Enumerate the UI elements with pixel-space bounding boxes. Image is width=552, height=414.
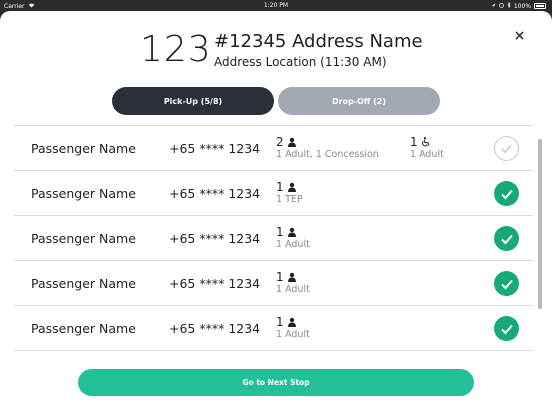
checkmark-icon — [500, 189, 513, 199]
checkmark-icon — [500, 279, 513, 289]
stop-header: 123 #12345 Address Name Address Location… — [0, 11, 552, 91]
passenger-phone: +65 **** 1234 — [169, 141, 261, 156]
tab-pickup[interactable]: Pick-Up (5/8) — [112, 87, 274, 115]
passenger-row[interactable]: Passenger Name +65 **** 1234 1 1 Adult — [14, 306, 533, 351]
wheelchair-block: 1 1 Adult — [410, 135, 444, 160]
list-scrollbar[interactable] — [538, 139, 542, 309]
passenger-detail: 1 TEP — [276, 194, 303, 205]
passenger-name: Passenger Name — [31, 276, 136, 291]
passenger-detail: 1 Adult — [276, 239, 310, 250]
address-name: #12345 Address Name — [214, 31, 423, 52]
address-location: Address Location (11:30 AM) — [214, 55, 387, 69]
stop-detail-sheet: 123 #12345 Address Name Address Location… — [0, 11, 552, 414]
passenger-row[interactable]: Passenger Name +65 **** 1234 1 1 Adult — [14, 261, 533, 306]
passenger-detail: 1 Adult — [276, 329, 310, 340]
passenger-phone: +65 **** 1234 — [169, 321, 261, 336]
close-button[interactable] — [512, 29, 526, 43]
passenger-phone: +65 **** 1234 — [169, 186, 261, 201]
passenger-count-block: 2 1 Adult, 1 Concession — [276, 135, 379, 160]
person-icon — [287, 182, 296, 192]
battery-icon — [534, 3, 546, 9]
passenger-name: Passenger Name — [31, 231, 136, 246]
passenger-count: 1 — [276, 315, 284, 329]
stop-number: 123 — [140, 29, 212, 70]
boarding-check-button[interactable] — [494, 316, 519, 341]
boarding-check-button[interactable] — [494, 136, 519, 161]
passenger-count: 1 — [276, 180, 284, 194]
location-icon — [491, 3, 496, 10]
passenger-phone: +65 **** 1234 — [169, 231, 261, 246]
battery-percent: 100% — [513, 2, 531, 10]
passenger-count-block: 1 1 Adult — [276, 315, 310, 340]
passenger-count-block: 1 1 Adult — [276, 270, 310, 295]
passenger-detail: 1 Adult — [276, 284, 310, 295]
passenger-count-block: 1 1 Adult — [276, 225, 310, 250]
passenger-count: 1 — [276, 225, 284, 239]
passenger-row[interactable]: Passenger Name +65 **** 1234 2 1 Adult, … — [14, 126, 533, 171]
next-stop-button[interactable]: Go to Next Stop — [78, 369, 474, 396]
passenger-row[interactable]: Passenger Name +65 **** 1234 1 1 Adult — [14, 216, 533, 261]
checkmark-icon — [501, 144, 512, 154]
passenger-list[interactable]: Passenger Name +65 **** 1234 2 1 Adult, … — [14, 125, 533, 363]
boarding-check-button[interactable] — [494, 226, 519, 251]
status-right: 100% — [491, 1, 546, 10]
checkmark-icon — [500, 234, 513, 244]
passenger-name: Passenger Name — [31, 321, 136, 336]
status-time: 1:20 PM — [263, 2, 289, 9]
passenger-name: Passenger Name — [31, 186, 136, 201]
person-icon — [287, 137, 296, 147]
status-bar: Carrier 1:20 PM 100% — [0, 0, 552, 11]
alarm-icon — [498, 2, 504, 10]
person-icon — [287, 317, 296, 327]
boarding-check-button[interactable] — [494, 271, 519, 296]
wheelchair-detail: 1 Adult — [410, 149, 444, 160]
passenger-row[interactable]: Passenger Name +65 **** 1234 1 1 TEP — [14, 171, 533, 216]
passenger-name: Passenger Name — [31, 141, 136, 156]
passenger-count: 2 — [276, 135, 284, 149]
passenger-detail: 1 Adult, 1 Concession — [276, 149, 379, 160]
checkmark-icon — [500, 324, 513, 334]
person-icon — [287, 272, 296, 282]
wheelchair-count: 1 — [410, 135, 418, 149]
passenger-count: 1 — [276, 270, 284, 284]
wheelchair-icon — [421, 137, 430, 147]
passenger-phone: +65 **** 1234 — [169, 276, 261, 291]
tab-dropoff[interactable]: Drop-Off (2) — [278, 87, 440, 115]
person-icon — [287, 227, 296, 237]
passenger-count-block: 1 1 TEP — [276, 180, 303, 205]
bluetooth-icon — [507, 1, 511, 10]
close-icon — [514, 31, 524, 40]
stop-tabs: Pick-Up (5/8) Drop-Off (2) — [112, 87, 440, 115]
boarding-check-button[interactable] — [494, 181, 519, 206]
